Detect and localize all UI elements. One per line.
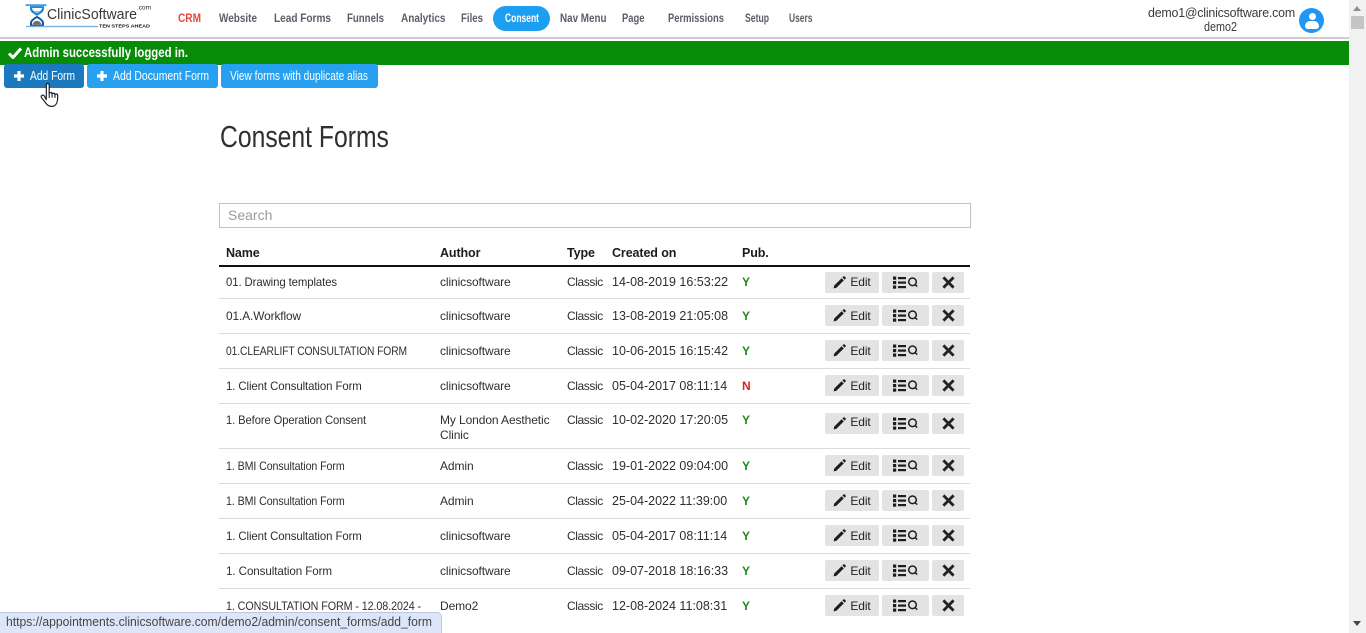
svg-text:.com: .com bbox=[137, 5, 151, 12]
svg-text:TEN STEPS AHEAD: TEN STEPS AHEAD bbox=[99, 24, 150, 29]
svg-text:ClinicSoftware: ClinicSoftware bbox=[47, 6, 137, 23]
